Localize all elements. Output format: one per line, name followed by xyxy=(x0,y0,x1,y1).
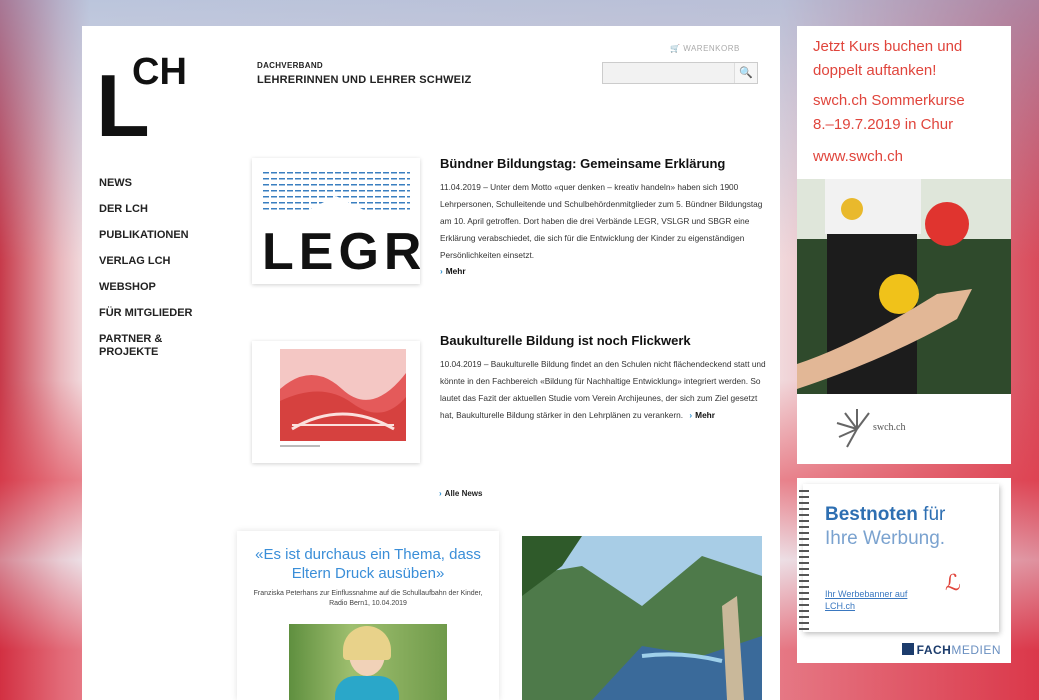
org-title: LEHRERINNEN UND LEHRER SCHWEIZ xyxy=(257,74,472,86)
logo-ch: CH xyxy=(132,51,187,93)
search-icon: 🔍 xyxy=(739,67,753,79)
swch-ad-footer: swch.ch xyxy=(797,394,1011,464)
spiral-binding xyxy=(799,490,809,630)
chevron-right-icon: › xyxy=(689,410,693,420)
ad-link[interactable]: Ihr Werbebanner auf LCH.ch xyxy=(825,588,915,612)
cart-link[interactable]: 🛒 WARENKORB xyxy=(670,44,740,53)
cart-label: WARENKORB xyxy=(683,44,740,53)
bridge-illustration xyxy=(280,349,406,447)
all-news-link[interactable]: › Alle News xyxy=(439,489,482,498)
search-input[interactable] xyxy=(607,66,733,82)
brand-lite: MEDIEN xyxy=(951,643,1001,657)
notepad: Bestnoten für Ihre Werbung. Ihr Werbeban… xyxy=(799,484,999,632)
legr-thumb-text: LEGR xyxy=(262,223,420,281)
nav-item-der-lch[interactable]: DER LCH xyxy=(99,203,193,216)
ad-line: Jetzt Kurs buchen und xyxy=(813,38,963,55)
swch-ad-text: Jetzt Kurs buchen und doppelt auftanken!… xyxy=(797,26,1011,169)
portrait-photo xyxy=(289,624,447,700)
nav-item-publikationen[interactable]: PUBLIKATIONEN xyxy=(99,229,193,242)
pen-scribble-icon: ℒ xyxy=(945,570,961,595)
chevron-right-icon: › xyxy=(440,266,443,276)
ad-line: 8.–19.7.2019 in Chur xyxy=(813,116,954,133)
all-news-label: Alle News xyxy=(444,489,483,498)
ad-line: swch.ch Sommerkurse xyxy=(813,92,965,109)
fachmedien-logo-icon xyxy=(901,643,914,655)
org-name: DACHVERBAND LEHRERINNEN UND LEHRER SCHWE… xyxy=(257,61,471,86)
fjord-teaser-photo[interactable] xyxy=(522,536,762,700)
article-title[interactable]: Bündner Bildungstag: Gemeinsame Erklärun… xyxy=(440,156,766,171)
chevron-right-icon: › xyxy=(439,489,442,498)
nav-item-webshop[interactable]: WEBSHOP xyxy=(99,281,193,294)
fjord-photo xyxy=(522,536,762,700)
more-link[interactable]: Mehr xyxy=(695,410,715,420)
ad-headline-rest: für xyxy=(917,504,946,525)
ad-line: doppelt auftanken! xyxy=(813,62,937,79)
nav-item-partner[interactable]: PARTNER & xyxy=(99,333,193,346)
quote-source: Franziska Peterhans zur Einflussnahme au… xyxy=(253,590,483,607)
article-body: 10.04.2019 – Baukulturelle Bildung finde… xyxy=(440,359,766,420)
quote-teaser[interactable]: «Es ist durchaus ein Thema, dass Eltern … xyxy=(237,531,499,700)
legr-thumbnail[interactable]: LEGR xyxy=(252,158,420,284)
ad-headline: Bestnoten für xyxy=(825,504,945,526)
baukultur-thumbnail[interactable] xyxy=(252,341,420,463)
fachmedien-logo: FACHMEDIEN xyxy=(901,643,1001,657)
ad-url: www.swch.ch xyxy=(813,148,904,165)
swch-brand: swch.ch xyxy=(873,422,906,433)
article-text: Baukulturelle Bildung ist noch Flickwerk… xyxy=(440,333,766,424)
lch-logo[interactable]: L CH xyxy=(96,51,196,161)
nav-item-projekte[interactable]: PROJEKTE xyxy=(99,346,193,359)
nav-item-fuer-mitglieder[interactable]: FÜR MITGLIEDER xyxy=(99,307,193,320)
brand-bold: FACH xyxy=(916,643,952,657)
search-box: 🔍 xyxy=(602,62,758,84)
article-title[interactable]: Baukulturelle Bildung ist noch Flickwerk xyxy=(440,333,766,348)
more-link[interactable]: Mehr xyxy=(446,266,466,276)
nav-item-news[interactable]: NEWS xyxy=(99,177,193,190)
org-subtitle: DACHVERBAND xyxy=(257,61,323,70)
main-nav: NEWS DER LCH PUBLIKATIONEN VERLAG LCH WE… xyxy=(99,177,193,372)
swch-ad-banner[interactable]: Jetzt Kurs buchen und doppelt auftanken!… xyxy=(797,26,1011,464)
juggling-photo xyxy=(797,179,1011,394)
fachmedien-ad-banner[interactable]: Bestnoten für Ihre Werbung. Ihr Werbeban… xyxy=(797,478,1011,663)
cart-icon: 🛒 xyxy=(670,44,681,53)
article-text: Bündner Bildungstag: Gemeinsame Erklärun… xyxy=(440,156,766,280)
search-button[interactable]: 🔍 xyxy=(734,63,757,83)
ad-headline-line2: Ihre Werbung. xyxy=(825,528,946,549)
main-content-panel: L CH DACHVERBAND LEHRERINNEN UND LEHRER … xyxy=(82,26,780,700)
ad-headline-bold: Bestnoten xyxy=(825,504,918,525)
quote-text: «Es ist durchaus ein Thema, dass Eltern … xyxy=(255,546,481,582)
article-body: 11.04.2019 – Unter dem Motto «quer denke… xyxy=(440,182,763,260)
nav-item-verlag-lch[interactable]: VERLAG LCH xyxy=(99,255,193,268)
